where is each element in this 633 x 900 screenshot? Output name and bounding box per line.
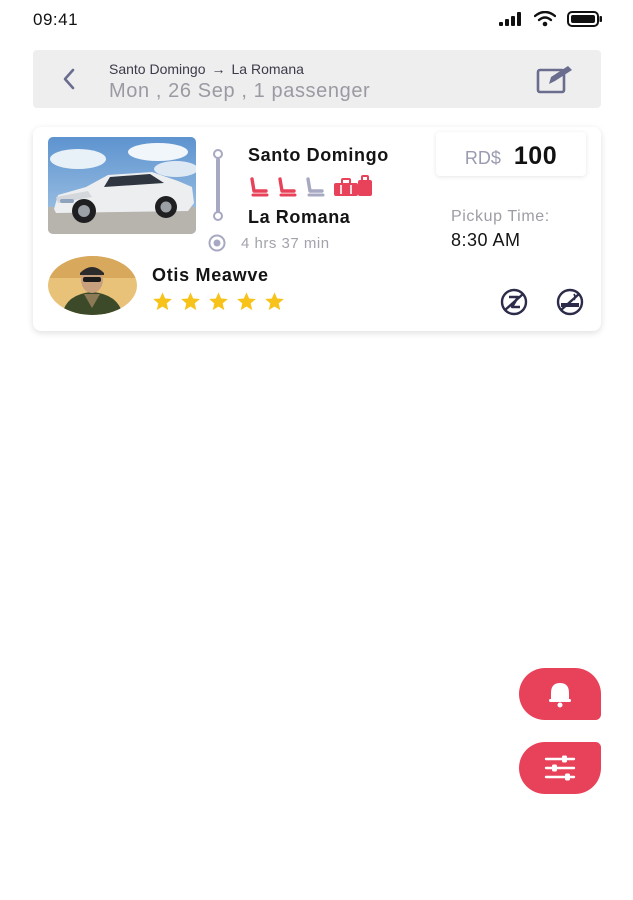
route-arrow: →	[211, 61, 226, 77]
status-time: 09:41	[33, 10, 79, 29]
bell-icon	[549, 683, 571, 708]
seat-icon	[306, 177, 325, 197]
driver-rating	[152, 291, 285, 312]
star-icon	[153, 292, 172, 311]
cellular-signal-icon	[499, 12, 521, 26]
no-smoking-icon	[556, 288, 584, 316]
back-button[interactable]	[55, 64, 83, 94]
driver-name: Otis Meawve	[152, 265, 269, 285]
search-to: La Romana	[231, 61, 304, 77]
pickup-time: 8:30 AM	[451, 230, 521, 250]
price-currency: RD$	[464, 148, 501, 168]
duration-text: 4 hrs 37 min	[241, 234, 330, 252]
ride-card[interactable]: Santo Domingo La Romana 4 hrs 37 min RD$…	[33, 127, 601, 331]
amenities-row	[248, 175, 376, 197]
car-photo	[48, 137, 196, 234]
status-icons	[499, 11, 603, 27]
edit-icon	[536, 66, 572, 94]
seat-icon	[278, 177, 297, 197]
seat-icon	[250, 177, 269, 197]
price-amount: 100	[513, 142, 558, 170]
search-summary-header[interactable]: Santo Domingo → La Romana Mon , 26 Sep ,…	[33, 50, 601, 108]
luggage-icon	[334, 175, 372, 196]
price-box: RD$ 100	[436, 132, 586, 176]
origin-city: Santo Domingo	[248, 145, 389, 165]
search-route: Santo Domingo → La Romana	[109, 61, 304, 77]
clock-icon	[208, 234, 226, 252]
driver-avatar[interactable]	[48, 256, 137, 315]
route-end-dot	[213, 211, 223, 221]
star-icon	[237, 292, 256, 311]
battery-icon	[567, 11, 602, 27]
star-icon	[209, 292, 228, 311]
filter-button[interactable]	[519, 742, 601, 794]
route-line	[216, 158, 220, 213]
status-bar: 09:41	[0, 0, 633, 40]
star-icon	[265, 292, 284, 311]
ride-alert-button[interactable]	[519, 668, 601, 720]
trip-duration: 4 hrs 37 min	[208, 234, 330, 252]
sliders-icon	[544, 755, 576, 781]
chevron-left-icon	[63, 68, 75, 90]
ride-preferences	[494, 288, 590, 316]
edit-search-button[interactable]	[535, 64, 575, 94]
destination-city: La Romana	[248, 207, 351, 227]
no-pets-icon	[500, 288, 528, 316]
pickup-label: Pickup Time:	[451, 208, 550, 225]
wifi-icon	[534, 11, 556, 27]
trip-meta: Mon , 26 Sep , 1 passenger	[109, 80, 371, 102]
search-from: Santo Domingo	[109, 61, 206, 77]
route-track	[211, 149, 225, 221]
star-icon	[181, 292, 200, 311]
